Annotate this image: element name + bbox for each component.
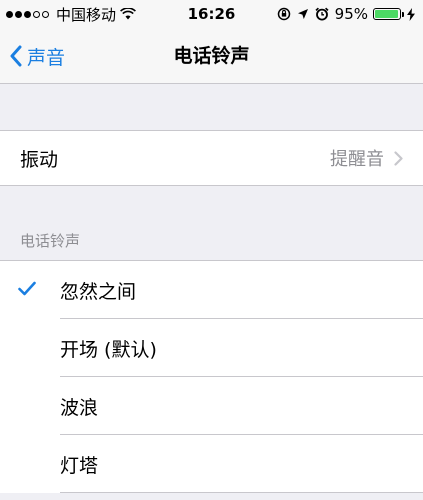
location-arrow-icon <box>297 8 309 20</box>
navigation-bar: 声音 电话铃声 <box>0 28 423 84</box>
ringtone-label: 波浪 <box>60 396 99 419</box>
ringtone-list: 忽然之间开场 (默认) 波浪灯塔 <box>0 260 423 493</box>
status-bar: 中国移动 16:26 95% <box>0 0 423 28</box>
battery-percent: 95% <box>334 5 368 23</box>
alarm-icon <box>315 7 329 21</box>
carrier-name: 中国移动 <box>56 5 117 24</box>
chevron-left-icon <box>10 45 22 67</box>
charging-bolt-icon <box>407 7 415 21</box>
battery-fill <box>375 10 398 18</box>
orientation-lock-icon <box>277 7 291 21</box>
battery-indicator: 95% <box>335 5 415 23</box>
ringtone-item[interactable]: 开场 (默认) <box>0 319 423 377</box>
battery-tip <box>402 11 404 17</box>
vibration-value: 提醒音 <box>330 149 384 170</box>
signal-strength-icon <box>6 10 51 18</box>
checkmark-icon <box>18 281 36 296</box>
vibration-value-group: 提醒音 <box>330 145 403 171</box>
ringtone-item[interactable]: 波浪 <box>0 377 423 435</box>
wifi-icon <box>120 8 136 20</box>
vibration-row[interactable]: 振动 提醒音 <box>0 130 423 186</box>
battery-icon <box>373 8 401 20</box>
ringtone-label: 忽然之间 <box>60 280 137 303</box>
status-left: 中国移动 <box>6 0 136 28</box>
back-button[interactable]: 声音 <box>10 28 65 84</box>
ringtone-item[interactable]: 灯塔 <box>0 435 423 493</box>
status-right: 95% <box>271 0 415 28</box>
back-button-label: 声音 <box>27 46 66 69</box>
row-divider <box>60 492 423 493</box>
chevron-right-icon <box>394 150 403 166</box>
ringtone-label: 灯塔 <box>60 454 99 477</box>
ringtone-item[interactable]: 忽然之间 <box>0 261 423 319</box>
vibration-label: 振动 <box>20 148 59 171</box>
ringtone-label: 开场 (默认) <box>60 338 157 361</box>
ringtones-section-header: 电话铃声 <box>20 232 81 250</box>
